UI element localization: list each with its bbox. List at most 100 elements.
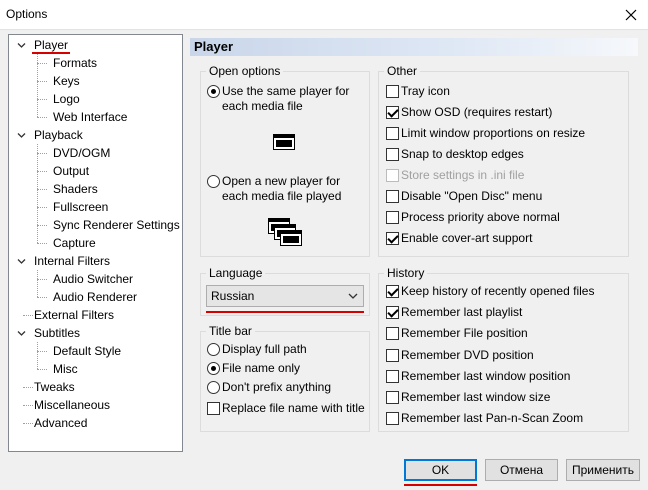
tree-item-internal-filters[interactable]: Internal Filters xyxy=(32,252,112,270)
language-selected-value: Russian xyxy=(211,289,255,303)
tree-item-dvd-ogm[interactable]: DVD/OGM xyxy=(51,144,112,162)
tree-item-label: Logo xyxy=(53,92,80,106)
remember-window-size-label[interactable]: Remember last window size xyxy=(401,390,550,405)
tree-connector xyxy=(37,81,47,82)
disable-open-disc-checkbox[interactable] xyxy=(386,190,399,203)
tree-item-tweaks[interactable]: Tweaks xyxy=(32,378,77,396)
tree-item-label: DVD/OGM xyxy=(53,146,111,160)
same-player-radio[interactable] xyxy=(207,85,220,98)
tree-item-fullscreen[interactable]: Fullscreen xyxy=(51,198,110,216)
new-player-radio[interactable] xyxy=(207,175,220,188)
process-priority-label[interactable]: Process priority above normal xyxy=(401,210,560,225)
chevron-down-icon[interactable] xyxy=(17,257,26,266)
tree-item-shaders[interactable]: Shaders xyxy=(51,180,100,198)
cancel-button[interactable]: Отмена xyxy=(485,459,558,481)
remember-window-position-checkbox[interactable] xyxy=(386,370,399,383)
tree-item-miscellaneous[interactable]: Miscellaneous xyxy=(32,396,112,414)
remember-pan-scan-checkbox[interactable] xyxy=(386,412,399,425)
tree-item-label: Sync Renderer Settings xyxy=(53,218,180,232)
tree-connector xyxy=(37,243,47,244)
chevron-down-icon xyxy=(348,293,358,299)
chevron-down-icon[interactable] xyxy=(17,329,26,338)
disable-open-disc-label[interactable]: Disable "Open Disc" menu xyxy=(401,189,542,204)
tree-connector xyxy=(37,279,47,280)
remember-playlist-checkbox[interactable] xyxy=(386,306,399,319)
tree-item-label: Advanced xyxy=(34,416,88,430)
limit-proportions-label[interactable]: Limit window proportions on resize xyxy=(401,126,585,141)
snap-edges-label[interactable]: Snap to desktop edges xyxy=(401,147,524,162)
tree-item-audio-switcher[interactable]: Audio Switcher xyxy=(51,270,135,288)
tree-item-label: Misc xyxy=(53,362,78,376)
tree-connector xyxy=(37,369,47,370)
tree-item-label: Capture xyxy=(53,236,96,250)
tray-icon-label[interactable]: Tray icon xyxy=(401,84,450,99)
limit-proportions-checkbox[interactable] xyxy=(386,127,399,140)
show-osd-label[interactable]: Show OSD (requires restart) xyxy=(401,105,552,120)
same-player-label[interactable]: Use the same player for each media file xyxy=(222,84,368,114)
cover-art-checkbox[interactable] xyxy=(386,232,399,245)
tree-connector xyxy=(37,63,47,64)
process-priority-checkbox[interactable] xyxy=(386,211,399,224)
tree-connector xyxy=(37,189,47,190)
tree-connector xyxy=(37,270,38,297)
tree-item-web-interface[interactable]: Web Interface xyxy=(51,108,129,126)
tree-item-player[interactable]: Player xyxy=(32,36,71,54)
display-full-path-label[interactable]: Display full path xyxy=(222,342,307,357)
remember-file-position-checkbox[interactable] xyxy=(386,327,399,340)
tree-item-misc[interactable]: Misc xyxy=(51,360,80,378)
tree-item-audio-renderer[interactable]: Audio Renderer xyxy=(51,288,139,306)
tree-item-formats[interactable]: Formats xyxy=(51,54,99,72)
tree-item-external-filters[interactable]: External Filters xyxy=(32,306,116,324)
group-legend: Title bar xyxy=(206,323,255,339)
show-osd-checkbox[interactable] xyxy=(386,106,399,119)
remember-window-position-label[interactable]: Remember last window position xyxy=(401,369,570,384)
remember-file-position-label[interactable]: Remember File position xyxy=(401,326,528,341)
group-legend: Other xyxy=(384,63,421,79)
store-ini-checkbox xyxy=(386,169,399,182)
tree-item-default-style[interactable]: Default Style xyxy=(51,342,123,360)
dont-prefix-label[interactable]: Don't prefix anything xyxy=(222,380,331,395)
tree-connector xyxy=(37,342,38,369)
store-ini-label: Store settings in .ini file xyxy=(401,168,525,182)
remember-window-size-checkbox[interactable] xyxy=(386,391,399,404)
tray-icon-checkbox[interactable] xyxy=(386,85,399,98)
remember-dvd-position-checkbox[interactable] xyxy=(386,349,399,362)
keep-history-label[interactable]: Keep history of recently opened files xyxy=(401,284,594,299)
new-player-label[interactable]: Open a new player for each media file pl… xyxy=(222,174,368,204)
cover-art-label[interactable]: Enable cover-art support xyxy=(401,231,532,246)
tree-item-advanced[interactable]: Advanced xyxy=(32,414,89,432)
language-select[interactable]: Russian xyxy=(206,285,364,307)
tree-item-label: Internal Filters xyxy=(34,254,111,268)
dont-prefix-radio[interactable] xyxy=(207,381,220,394)
file-name-only-label[interactable]: File name only xyxy=(222,361,300,376)
replace-file-name-checkbox[interactable] xyxy=(207,402,220,415)
chevron-down-icon[interactable] xyxy=(17,41,26,50)
tree-item-capture[interactable]: Capture xyxy=(51,234,98,252)
tree-connector xyxy=(37,351,47,352)
remember-playlist-label[interactable]: Remember last playlist xyxy=(401,305,522,320)
keep-history-checkbox[interactable] xyxy=(386,285,399,298)
tree-item-label: Tweaks xyxy=(34,380,75,394)
remember-dvd-position-label[interactable]: Remember DVD position xyxy=(401,348,534,363)
file-name-only-radio[interactable] xyxy=(207,362,220,375)
tree-item-subtitles[interactable]: Subtitles xyxy=(32,324,82,342)
tree-item-sync-renderer-settings[interactable]: Sync Renderer Settings xyxy=(51,216,182,234)
tree-item-playback[interactable]: Playback xyxy=(32,126,85,144)
chevron-down-icon[interactable] xyxy=(17,131,26,140)
snap-edges-checkbox[interactable] xyxy=(386,148,399,161)
tree-item-keys[interactable]: Keys xyxy=(51,72,82,90)
apply-button[interactable]: Применить xyxy=(566,459,640,481)
tree-item-logo[interactable]: Logo xyxy=(51,90,82,108)
tree-item-output[interactable]: Output xyxy=(51,162,91,180)
close-button[interactable] xyxy=(614,0,648,30)
highlight-underline xyxy=(206,311,364,313)
ok-button[interactable]: OK xyxy=(404,459,477,481)
tree-item-label: External Filters xyxy=(34,308,115,322)
display-full-path-radio[interactable] xyxy=(207,343,220,356)
tree-item-label: Audio Renderer xyxy=(53,290,138,304)
tree-item-label: Miscellaneous xyxy=(34,398,111,412)
remember-pan-scan-label[interactable]: Remember last Pan-n-Scan Zoom xyxy=(401,411,583,426)
options-tree[interactable]: Player Formats Keys Logo Web Interface P… xyxy=(8,34,183,452)
tree-item-label: Web Interface xyxy=(53,110,128,124)
replace-file-name-label[interactable]: Replace file name with title xyxy=(222,401,365,416)
